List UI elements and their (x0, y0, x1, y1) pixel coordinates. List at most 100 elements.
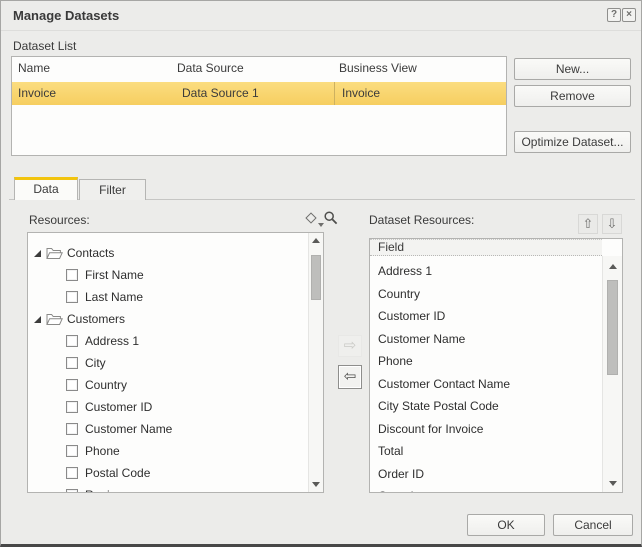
list-item[interactable]: Address 1 (370, 260, 602, 282)
column-divider (334, 82, 335, 105)
field-label: Address 1 (378, 264, 433, 278)
field-label: Customer Name (378, 331, 466, 346)
resources-label: Resources: (29, 213, 90, 227)
tree-item[interactable]: Last Name (28, 286, 307, 308)
scrollbar-thumb[interactable] (311, 255, 321, 300)
field-column-header[interactable]: Field (370, 239, 602, 256)
checkbox[interactable] (66, 269, 78, 281)
cell-data-source: Data Source 1 (182, 86, 259, 100)
tree-item[interactable]: Postal Code (28, 462, 307, 484)
tree-folder-contacts[interactable]: Contacts (28, 242, 307, 264)
tree-item-label: Address 1 (85, 334, 140, 348)
list-item[interactable]: Customer ID (370, 305, 602, 327)
checkbox[interactable] (66, 489, 78, 492)
field-label: Country (378, 286, 421, 301)
tree-item[interactable]: Phone (28, 440, 307, 462)
list-item[interactable]: Customer Contact Name (370, 373, 602, 395)
list-item[interactable]: Customer Name (370, 328, 602, 350)
field-label: Quantity (378, 489, 423, 492)
tree-item-label: Contacts (67, 246, 115, 260)
remove-button[interactable]: Remove (514, 85, 631, 107)
tree-item[interactable]: First Name (28, 264, 307, 286)
cancel-button[interactable]: Cancel (553, 514, 633, 536)
optimize-dataset-button[interactable]: Optimize Dataset... (514, 131, 631, 153)
manage-datasets-dialog: Manage Datasets ? × Dataset List Name Da… (0, 0, 642, 547)
tab-filter[interactable]: Filter (79, 179, 146, 200)
tree-item[interactable]: Customer Name (28, 418, 307, 440)
tree-item[interactable]: City (28, 352, 307, 374)
field-label: Customer Contact Name (378, 376, 511, 391)
tree-scrollbar[interactable] (308, 233, 323, 492)
tab-data[interactable]: Data (14, 177, 78, 200)
cell-business-view: Invoice (342, 86, 381, 100)
tree-item-label: First Name (85, 268, 144, 282)
collapse-arrow-icon[interactable] (34, 315, 41, 323)
remove-field-button[interactable]: ⇦ (338, 365, 362, 389)
scroll-down-icon[interactable] (312, 482, 320, 487)
field-label: Order ID (378, 466, 425, 481)
list-item[interactable]: Order ID (370, 463, 602, 485)
list-item[interactable]: Country (370, 283, 602, 305)
add-field-button: ⇨ (338, 335, 362, 357)
sort-icon[interactable] (305, 212, 317, 224)
field-label: Phone (378, 354, 413, 368)
collapse-arrow-icon[interactable] (34, 249, 41, 257)
list-item[interactable]: Discount for Invoice (370, 418, 602, 440)
checkbox[interactable] (66, 291, 78, 303)
list-item[interactable]: Quantity (370, 485, 602, 492)
dataset-resources-label: Dataset Resources: (369, 213, 475, 227)
list-scrollbar[interactable] (602, 256, 622, 492)
field-label: Total (378, 444, 404, 458)
tree-item-label: Postal Code (85, 466, 151, 480)
ok-button[interactable]: OK (467, 514, 545, 536)
checkbox[interactable] (66, 357, 78, 369)
column-header-data-source[interactable]: Data Source (177, 61, 244, 75)
field-label: Customer ID (378, 309, 446, 323)
list-item[interactable]: Total (370, 440, 602, 462)
tree-item-label: Customers (67, 312, 126, 326)
help-icon[interactable]: ? (607, 8, 621, 22)
new-button[interactable]: New... (514, 58, 631, 80)
checkbox[interactable] (66, 379, 78, 391)
tree-folder-customers[interactable]: Customers (28, 308, 307, 330)
scrollbar-thumb[interactable] (607, 280, 618, 375)
checkbox[interactable] (66, 423, 78, 435)
search-icon[interactable] (323, 210, 339, 226)
scroll-up-icon[interactable] (609, 264, 617, 269)
tree-item[interactable]: Country (28, 374, 307, 396)
tree-item[interactable]: Address 1 (28, 330, 307, 352)
move-down-button[interactable]: ⇩ (602, 214, 622, 234)
checkbox[interactable] (66, 401, 78, 413)
list-item[interactable]: City State Postal Code (370, 395, 602, 417)
field-label: Discount for Invoice (378, 421, 484, 436)
tree-item[interactable]: Region (28, 484, 307, 492)
tree-item-label: Customer ID (85, 400, 153, 414)
column-header-name[interactable]: Name (18, 61, 50, 75)
close-icon[interactable]: × (622, 8, 636, 22)
dataset-list-label: Dataset List (13, 39, 77, 53)
checkbox[interactable] (66, 445, 78, 457)
checkbox[interactable] (66, 467, 78, 479)
scroll-down-icon[interactable] (609, 481, 617, 486)
cell-name: Invoice (18, 86, 57, 100)
table-row-selected[interactable]: Invoice Data Source 1 Invoice (12, 82, 506, 105)
dataset-table-header: Name Data Source Business View (12, 57, 506, 82)
tree-item-label: Region (85, 488, 123, 492)
title-bar: Manage Datasets ? × (1, 1, 641, 31)
move-up-button[interactable]: ⇧ (578, 214, 598, 234)
list-item[interactable]: Phone (370, 350, 602, 372)
tree-item[interactable]: Customer ID (28, 396, 307, 418)
tree-item-label: Country (85, 378, 128, 392)
checkbox[interactable] (66, 335, 78, 347)
resources-tree: Contacts First Name Last Name Customers … (27, 232, 324, 493)
field-label: City State Postal Code (378, 399, 499, 413)
dialog-title: Manage Datasets (13, 8, 120, 23)
folder-icon (46, 313, 63, 326)
scroll-up-icon[interactable] (312, 238, 320, 243)
tree-item-label: City (85, 356, 106, 370)
dataset-resources-list: Field Address 1 Country Customer ID Cust… (369, 238, 623, 493)
folder-icon (46, 247, 63, 260)
tree-item-label: Phone (85, 444, 120, 458)
tree-item-label: Customer Name (85, 422, 173, 436)
column-header-business-view[interactable]: Business View (339, 61, 417, 75)
